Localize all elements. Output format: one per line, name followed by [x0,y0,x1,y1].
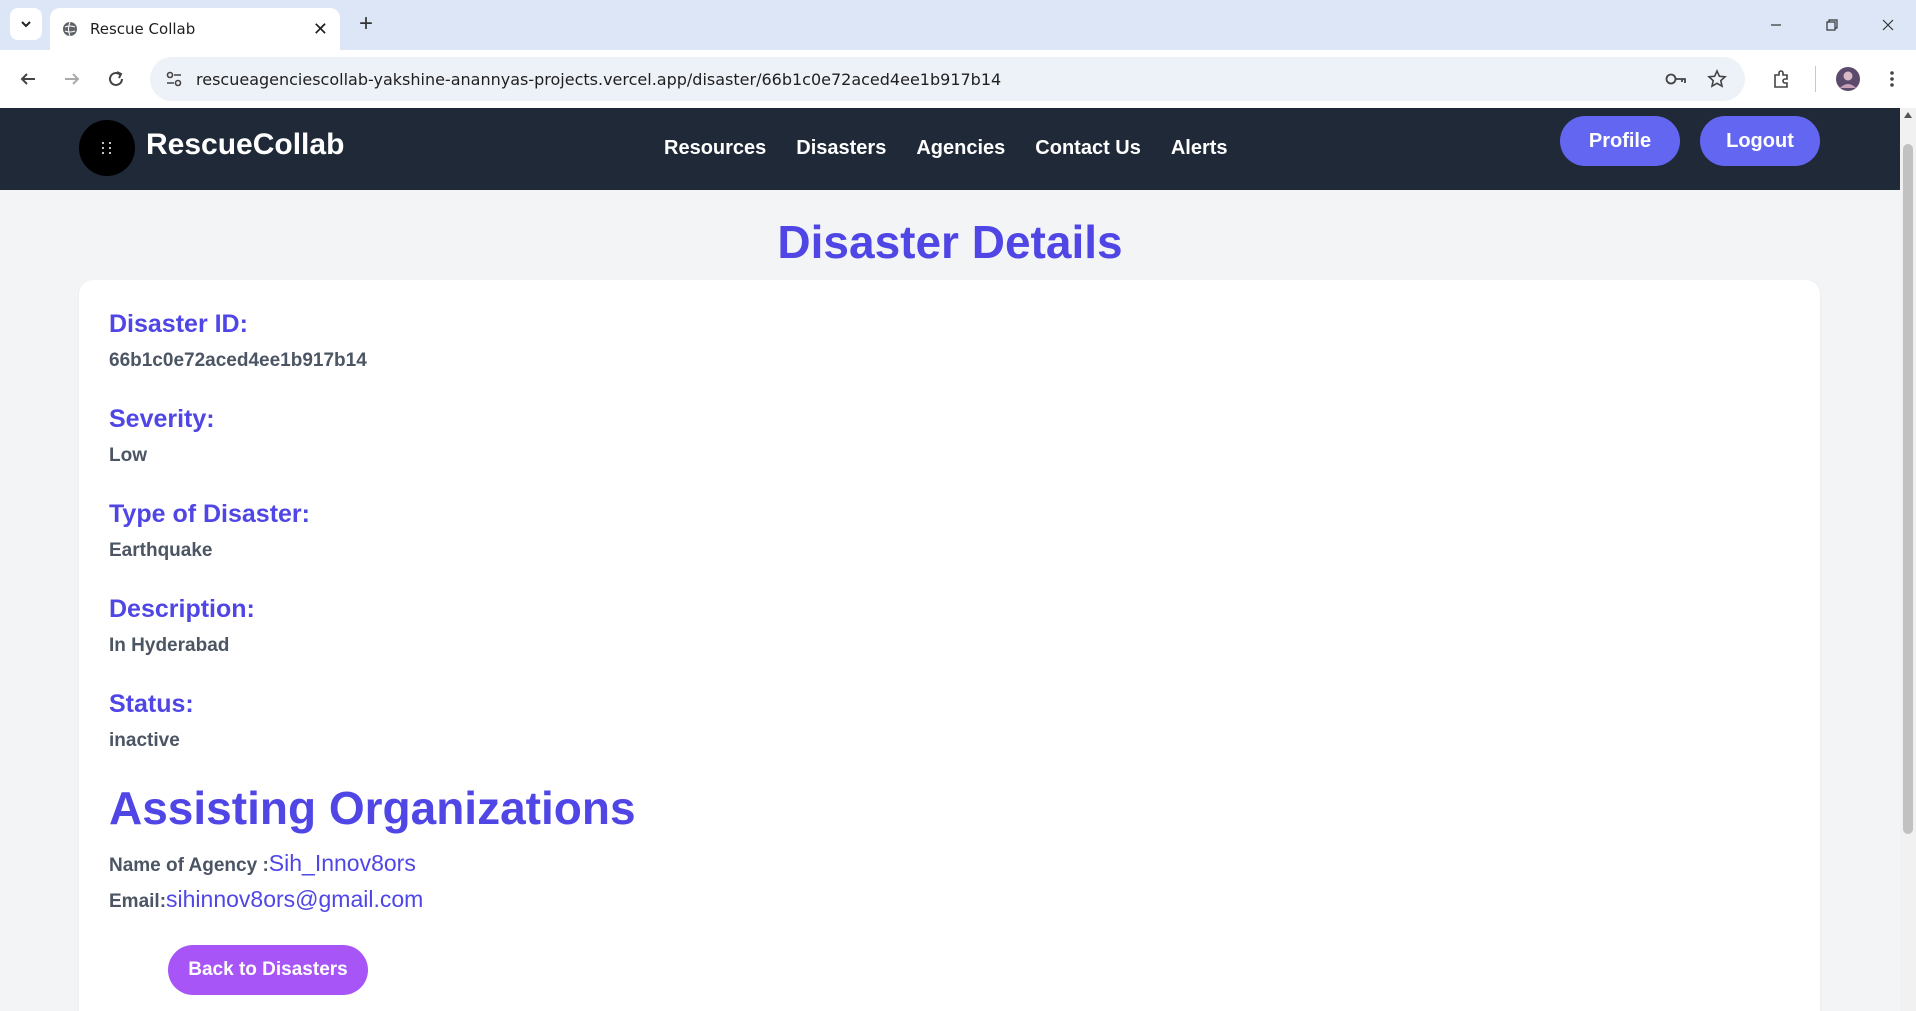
browser-tab[interactable]: Rescue Collab ✕ [50,8,340,50]
description-label: Description: [109,595,255,623]
tab-title: Rescue Collab [90,20,196,38]
profile-avatar-button[interactable] [1832,63,1864,95]
brand-name[interactable]: RescueCollab [146,125,344,165]
page-scrollbar[interactable] [1900,108,1916,1011]
assisting-organizations-heading: Assisting Organizations [109,782,636,834]
disaster-details-card: Disaster ID: 66b1c0e72aced4ee1b917b14 Se… [79,280,1820,1011]
nav-link-agencies[interactable]: Agencies [916,130,1005,166]
page-viewport: RescueCollab Resources Disasters Agencie… [0,108,1900,1011]
puzzle-icon [1774,70,1788,88]
avatar-icon [1836,67,1860,91]
browser-tab-bar: Rescue Collab ✕ + [0,0,1916,50]
agency-email-link[interactable]: sihinnov8ors@gmail.com [166,886,423,912]
agency-name-link[interactable]: Sih_Innov8ors [269,850,416,876]
url-text: rescueagenciescollab-yakshine-anannyas-p… [196,69,1002,89]
status-label: Status: [109,690,194,718]
back-nav-button[interactable] [12,63,44,95]
star-icon [1707,69,1727,88]
browser-menu-button[interactable] [1876,63,1908,95]
restore-icon [1826,19,1838,31]
disaster-id-label: Disaster ID: [109,310,248,338]
minimize-button[interactable] [1748,0,1804,50]
browser-toolbar: rescueagenciescollab-yakshine-anannyas-p… [0,50,1916,108]
chevron-down-icon [21,21,31,28]
close-window-button[interactable] [1860,0,1916,50]
new-tab-button[interactable]: + [352,10,380,38]
arrow-left-icon [20,73,35,85]
restore-button[interactable] [1804,0,1860,50]
severity-label: Severity: [109,405,215,433]
nav-link-resources[interactable]: Resources [664,130,766,166]
type-value: Earthquake [109,540,213,561]
grid-dots-icon [102,142,111,154]
back-to-disasters-button[interactable]: Back to Disasters [168,945,368,995]
minimize-icon [1771,24,1781,26]
type-label: Type of Disaster: [109,500,310,528]
nav-link-alerts[interactable]: Alerts [1171,130,1228,166]
reload-button[interactable] [100,63,132,95]
nav-link-contact-us[interactable]: Contact Us [1035,130,1141,166]
agency-email-label: Email: [109,891,167,912]
severity-value: Low [109,445,147,466]
more-vertical-icon [1890,71,1894,87]
toolbar-divider [1815,66,1816,92]
address-bar[interactable]: rescueagenciescollab-yakshine-anannyas-p… [150,57,1745,101]
close-icon [1882,19,1894,31]
window-controls [1748,0,1916,50]
agency-name-label: Name of Agency : [109,855,269,876]
tab-search-button[interactable] [10,8,42,40]
page-title: Disaster Details [777,216,1123,268]
disaster-id-value: 66b1c0e72aced4ee1b917b14 [109,350,367,371]
agency-name-row: Name of Agency :Sih_Innov8ors [109,848,416,881]
agency-email-row: Email:sihinnov8ors@gmail.com [109,884,423,917]
logout-button[interactable]: Logout [1700,116,1820,166]
status-value: inactive [109,730,180,751]
bookmark-button[interactable] [1703,65,1731,93]
scroll-up-arrow-icon[interactable] [1904,112,1912,118]
description-value: In Hyderabad [109,635,230,656]
nav-links: Resources Disasters Agencies Contact Us … [664,130,1228,166]
site-settings-icon[interactable] [164,69,184,89]
password-key-button[interactable] [1662,65,1690,93]
arrow-right-icon [65,73,80,85]
key-icon [1665,73,1686,85]
extensions-button[interactable] [1765,63,1797,95]
nav-link-disasters[interactable]: Disasters [796,130,886,166]
scroll-thumb[interactable] [1903,144,1913,834]
profile-button[interactable]: Profile [1560,116,1680,166]
reload-icon [109,71,123,86]
close-tab-icon[interactable]: ✕ [313,19,328,40]
logo[interactable] [79,120,135,176]
forward-nav-button[interactable] [56,63,88,95]
app-navbar: RescueCollab Resources Disasters Agencie… [0,108,1900,190]
globe-icon [63,21,77,37]
